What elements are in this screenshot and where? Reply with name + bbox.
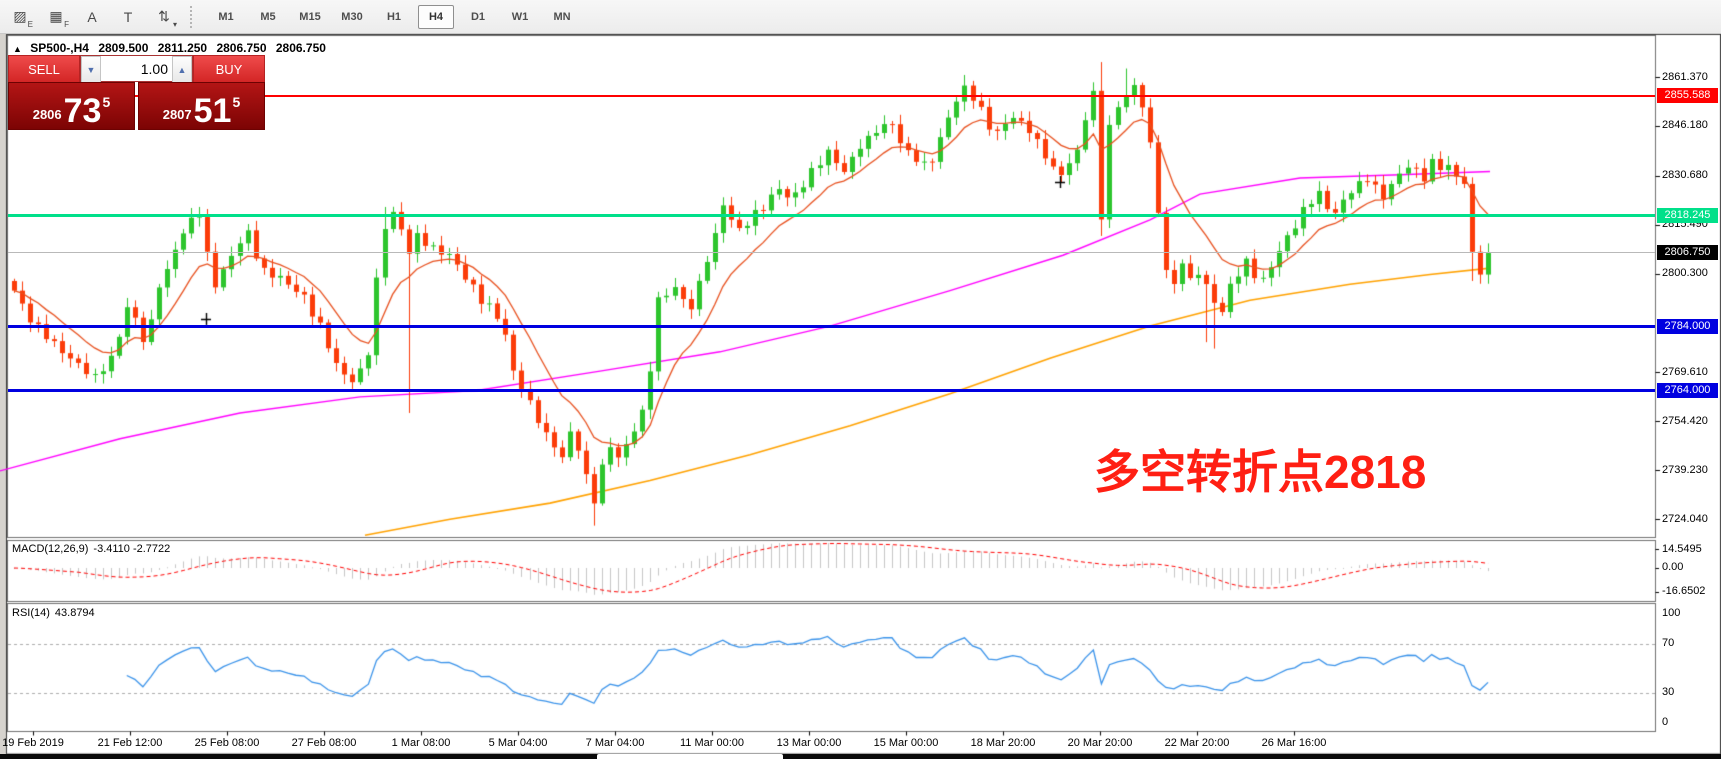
pivot-line-price-tag: 2818.245 (1657, 208, 1718, 223)
bid-price-sup: 5 (102, 94, 110, 110)
price-axis-tick: 2739.230 (1662, 464, 1708, 476)
symbol-info: ▲ SP500-,H4 2809.500 2811.250 2806.750 2… (13, 41, 332, 55)
timeframe-button-h1[interactable]: H1 (376, 5, 412, 29)
date-axis-label: 22 Mar 20:00 (1165, 737, 1230, 749)
timeframe-button-mn[interactable]: MN (544, 5, 580, 29)
one-click-trading-panel: SELL ▼ ▲ BUY 2806735 2807515 (8, 55, 265, 130)
rsi-axis-tick: 100 (1662, 607, 1680, 619)
grid-icon[interactable]: ▦F (40, 4, 72, 30)
rsi-axis-tick: 70 (1662, 637, 1674, 649)
rsi-indicator-label: RSI(14)43.8794 (12, 607, 95, 619)
cycle-arrows-icon[interactable]: ⇅▾ (148, 4, 180, 30)
taskbar-active-tab (597, 754, 783, 759)
toolbar-separator (190, 6, 199, 28)
date-axis-label: 27 Feb 08:00 (292, 737, 357, 749)
timeframe-button-w1[interactable]: W1 (502, 5, 538, 29)
support-line[interactable] (8, 325, 1655, 328)
ask-price-display[interactable]: 2807515 (138, 82, 265, 130)
ohlc-open: 2809.500 (98, 41, 148, 55)
volume-stepper: ▼ ▲ (80, 55, 193, 82)
macd-indicator-label: MACD(12,26,9)-3.4110 -2.7722 (12, 543, 170, 555)
timeframe-button-m1[interactable]: M1 (208, 5, 244, 29)
macd-axis-tick: 0.00 (1662, 561, 1683, 573)
text-box-icon[interactable]: T (112, 4, 144, 30)
sell-button[interactable]: SELL (8, 55, 80, 84)
timeframe-button-m5[interactable]: M5 (250, 5, 286, 29)
macd-axis-tick: 14.5495 (1662, 543, 1702, 555)
price-axis-tick: 2800.300 (1662, 267, 1708, 279)
timeframe-button-h4[interactable]: H4 (418, 5, 454, 29)
volume-increase-button[interactable]: ▲ (172, 56, 192, 83)
date-axis-label: 13 Mar 00:00 (777, 737, 842, 749)
taskbar-strip (0, 754, 1721, 759)
price-axis-tick: 2754.420 (1662, 415, 1708, 427)
ohlc-close: 2806.750 (276, 41, 326, 55)
current-price-line-price-tag: 2806.750 (1657, 245, 1718, 260)
ask-price-big: 51 (194, 96, 232, 126)
price-axis-tick: 2769.610 (1662, 366, 1708, 378)
bid-price-prefix: 2806 (33, 107, 62, 122)
date-axis-label: 15 Mar 00:00 (874, 737, 939, 749)
date-axis-label: 19 Feb 2019 (2, 737, 64, 749)
chart-annotation-text[interactable]: 多空转折点2818 (1094, 436, 1426, 502)
up-triangle-icon: ▲ (13, 44, 22, 54)
timeframe-button-m30[interactable]: M30 (334, 5, 370, 29)
buy-button[interactable]: BUY (193, 55, 265, 84)
macd-axis-tick: -16.6502 (1662, 585, 1705, 597)
ohlc-low: 2806.750 (216, 41, 266, 55)
current-price-line[interactable] (8, 252, 1655, 253)
volume-input[interactable] (101, 56, 172, 81)
price-axis-tick: 2846.180 (1662, 119, 1708, 131)
date-axis-label: 7 Mar 04:00 (586, 737, 645, 749)
ohlc-high: 2811.250 (158, 41, 207, 55)
date-axis-label: 1 Mar 08:00 (392, 737, 451, 749)
date-axis-label: 18 Mar 20:00 (971, 737, 1036, 749)
bid-price-display[interactable]: 2806735 (8, 82, 135, 130)
pivot-line[interactable] (8, 214, 1655, 217)
trading-terminal-window: ▨E▦FAT⇅▾ M1M5M15M30H1H4D1W1MN 2855.588 28… (0, 0, 1721, 759)
toolbar: ▨E▦FAT⇅▾ M1M5M15M30H1H4D1W1MN (0, 0, 1721, 34)
volume-decrease-button[interactable]: ▼ (81, 56, 101, 83)
bid-price-big: 73 (64, 96, 102, 126)
price-axis-tick: 2830.680 (1662, 169, 1708, 181)
date-axis-label: 26 Mar 16:00 (1262, 737, 1327, 749)
date-axis-label: 21 Feb 12:00 (98, 737, 163, 749)
text-label-icon[interactable]: A (76, 4, 108, 30)
timeframe-button-d1[interactable]: D1 (460, 5, 496, 29)
resistance-line-price-tag: 2855.588 (1657, 88, 1718, 103)
indicators-icon[interactable]: ▨E (4, 4, 36, 30)
date-axis-label: 5 Mar 04:00 (489, 737, 548, 749)
date-axis-label: 25 Feb 08:00 (195, 737, 260, 749)
support-line-price-tag: 2764.000 (1657, 383, 1718, 398)
rsi-axis-tick: 0 (1662, 716, 1668, 728)
price-axis-tick: 2861.370 (1662, 71, 1708, 83)
ask-price-prefix: 2807 (163, 107, 192, 122)
support-line-price-tag: 2784.000 (1657, 319, 1718, 334)
price-axis-tick: 2724.040 (1662, 513, 1708, 525)
ask-price-sup: 5 (232, 94, 240, 110)
timeframe-button-m15[interactable]: M15 (292, 5, 328, 29)
symbol-name: SP500-,H4 (30, 41, 89, 55)
date-axis-label: 20 Mar 20:00 (1068, 737, 1133, 749)
rsi-axis-tick: 30 (1662, 686, 1674, 698)
date-axis-label: 11 Mar 00:00 (680, 737, 744, 749)
support-line[interactable] (8, 389, 1655, 392)
